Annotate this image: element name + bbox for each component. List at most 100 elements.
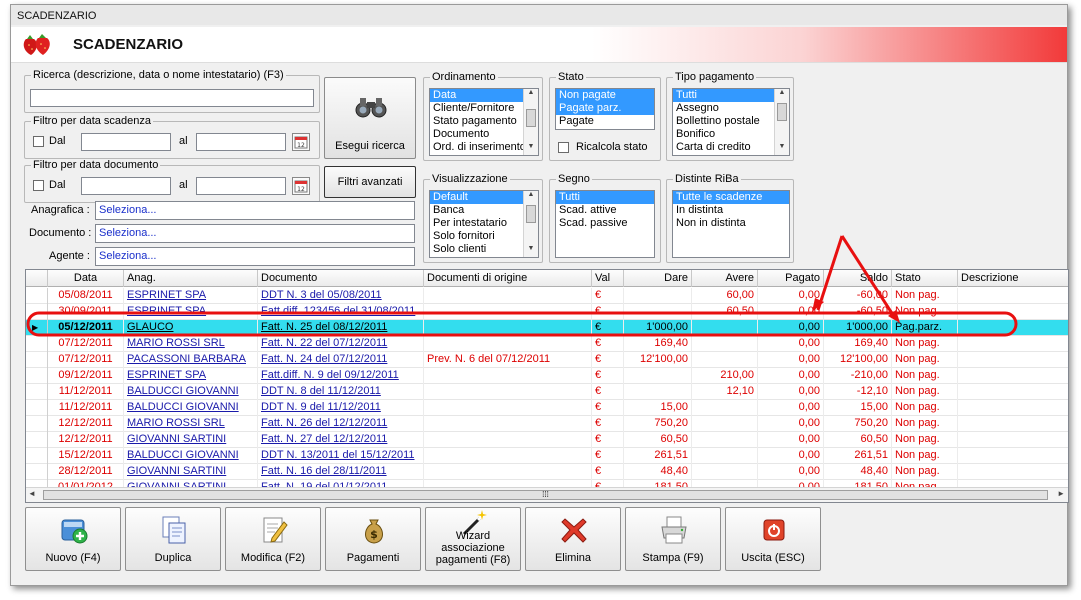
cell-anag[interactable]: GIOVANNI SARTINI: [124, 464, 258, 480]
cell-documento[interactable]: DDT N. 9 del 11/12/2011: [258, 400, 424, 416]
column-header[interactable]: Val: [592, 270, 624, 287]
column-header[interactable]: Stato: [892, 270, 958, 287]
row-indicator[interactable]: [26, 432, 48, 448]
list-item[interactable]: Scad. passive: [556, 217, 654, 230]
list-item[interactable]: Bonifico: [673, 128, 789, 141]
search-input[interactable]: [30, 89, 314, 107]
table-row[interactable]: 12/12/2011 GIOVANNI SARTINI Fatt. N. 27 de…: [26, 432, 1068, 448]
cell-anag[interactable]: GIOVANNI SARTINI: [124, 432, 258, 448]
list-item[interactable]: Ord. di inserimento: [430, 141, 538, 154]
cell-documento[interactable]: DDT N. 3 del 05/08/2011: [258, 288, 424, 304]
calendar-icon[interactable]: 12: [292, 133, 310, 151]
cell-documento[interactable]: Fatt.diff. N. 9 del 09/12/2011: [258, 368, 424, 384]
toolbar-button-duplicate[interactable]: Duplica: [125, 507, 221, 571]
list-item[interactable]: Data: [430, 89, 538, 102]
list-item[interactable]: Banca: [430, 204, 538, 217]
toolbar-button-delete[interactable]: Elimina: [525, 507, 621, 571]
due-date-filter-checkbox[interactable]: [33, 136, 44, 147]
recalc-status-checkbox[interactable]: [558, 142, 569, 153]
view-listbox[interactable]: Default Banca Per intestatario Solo forn…: [429, 190, 539, 258]
table-row[interactable]: 07/12/2011 MARIO ROSSI SRL Fatt. N. 22 del…: [26, 336, 1068, 352]
table-row[interactable]: 07/12/2011 PACASSONI BARBARA Fatt. N. 24 d…: [26, 352, 1068, 368]
row-indicator[interactable]: [26, 368, 48, 384]
status-listbox[interactable]: Non pagate Pagate parz. Pagate: [555, 88, 655, 130]
row-indicator[interactable]: [26, 416, 48, 432]
column-header[interactable]: Descrizione: [958, 270, 1068, 287]
table-row[interactable]: 05/08/2011 ESPRINET SPA DDT N. 3 del 05/08…: [26, 288, 1068, 304]
payment-type-scrollbar[interactable]: ▲ ▼: [774, 89, 789, 155]
column-header[interactable]: Pagato: [758, 270, 824, 287]
list-item[interactable]: Solo clienti: [430, 243, 538, 256]
list-item[interactable]: Stato pagamento: [430, 115, 538, 128]
row-indicator[interactable]: [26, 336, 48, 352]
cell-documento[interactable]: Fatt. N. 24 del 07/12/2011: [258, 352, 424, 368]
ordering-listbox[interactable]: Data Cliente/Fornitore Stato pagamento D…: [429, 88, 539, 156]
table-row[interactable]: 11/12/2011 BALDUCCI GIOVANNI DDT N. 9 del …: [26, 400, 1068, 416]
table-row[interactable]: 12/12/2011 MARIO ROSSI SRL Fatt. N. 26 del…: [26, 416, 1068, 432]
cell-anag[interactable]: MARIO ROSSI SRL: [124, 336, 258, 352]
cell-documento[interactable]: Fatt. N. 26 del 12/12/2011: [258, 416, 424, 432]
cell-anag[interactable]: BALDUCCI GIOVANNI: [124, 384, 258, 400]
list-item[interactable]: Tutti: [673, 89, 789, 102]
list-item[interactable]: Assegno: [673, 102, 789, 115]
list-item[interactable]: Tutti: [556, 191, 654, 204]
list-item[interactable]: Non pagate: [556, 89, 654, 102]
table-row[interactable]: 30/09/2011 ESPRINET SPA Fatt.diff. 123456 …: [26, 304, 1068, 320]
cell-anag[interactable]: ESPRINET SPA: [124, 304, 258, 320]
list-item[interactable]: Pagate parz.: [556, 102, 654, 115]
column-header[interactable]: Dare: [624, 270, 692, 287]
list-item[interactable]: In distinta: [673, 204, 789, 217]
table-row[interactable]: 28/12/2011 GIOVANNI SARTINI Fatt. N. 16 de…: [26, 464, 1068, 480]
toolbar-button-new[interactable]: Nuovo (F4): [25, 507, 121, 571]
payment-type-listbox[interactable]: Tutti Assegno Bollettino postale Bonific…: [672, 88, 790, 156]
column-header[interactable]: Data: [48, 270, 124, 287]
cell-documento[interactable]: DDT N. 13/2011 del 15/12/2011: [258, 448, 424, 464]
toolbar-button-exit[interactable]: Uscita (ESC): [725, 507, 821, 571]
row-indicator[interactable]: ▶: [26, 320, 48, 336]
cell-anag[interactable]: ESPRINET SPA: [124, 288, 258, 304]
due-to-field[interactable]: [196, 133, 286, 151]
view-scrollbar[interactable]: ▲ ▼: [523, 191, 538, 257]
row-indicator[interactable]: [26, 304, 48, 320]
list-item[interactable]: Documento: [430, 128, 538, 141]
document-select[interactable]: Seleziona...: [95, 224, 415, 243]
cell-anag[interactable]: BALDUCCI GIOVANNI: [124, 400, 258, 416]
sign-listbox[interactable]: Tutti Scad. attive Scad. passive: [555, 190, 655, 258]
row-indicator[interactable]: [26, 400, 48, 416]
table-row-selected[interactable]: ▶ 05/12/2011 GLAUCO Fatt. N. 25 del 08/12/2…: [26, 320, 1068, 336]
column-header[interactable]: Saldo: [824, 270, 892, 287]
doc-from-field[interactable]: [81, 177, 171, 195]
due-from-field[interactable]: [81, 133, 171, 151]
toolbar-button-money-bag[interactable]: $ Pagamenti: [325, 507, 421, 571]
table-row[interactable]: 09/12/2011 ESPRINET SPA Fatt.diff. N. 9 de…: [26, 368, 1068, 384]
column-header[interactable]: Documento: [258, 270, 424, 287]
row-indicator[interactable]: [26, 448, 48, 464]
row-indicator[interactable]: [26, 464, 48, 480]
table-row[interactable]: 11/12/2011 BALDUCCI GIOVANNI DDT N. 8 del …: [26, 384, 1068, 400]
cell-documento[interactable]: Fatt. N. 25 del 08/12/2011: [258, 320, 424, 336]
cell-documento[interactable]: Fatt. N. 16 del 28/11/2011: [258, 464, 424, 480]
column-header[interactable]: Documenti di origine: [424, 270, 592, 287]
advanced-filters-button[interactable]: Filtri avanzati: [324, 166, 416, 198]
search-button[interactable]: Esegui ricerca: [324, 77, 416, 159]
grid-horizontal-scrollbar[interactable]: ◄ ⁞⁞⁞ ►: [26, 487, 1068, 502]
list-item[interactable]: Cliente/Fornitore: [430, 102, 538, 115]
column-header[interactable]: Avere: [692, 270, 758, 287]
agent-select[interactable]: Seleziona...: [95, 247, 415, 266]
list-item[interactable]: Scad. attive: [556, 204, 654, 217]
doc-to-field[interactable]: [196, 177, 286, 195]
list-item[interactable]: Bollettino postale: [673, 115, 789, 128]
row-indicator[interactable]: [26, 384, 48, 400]
calendar-icon[interactable]: 12: [292, 177, 310, 195]
cell-documento[interactable]: Fatt. N. 22 del 07/12/2011: [258, 336, 424, 352]
column-header[interactable]: Anag.: [124, 270, 258, 287]
table-row[interactable]: 15/12/2011 BALDUCCI GIOVANNI DDT N. 13/201…: [26, 448, 1068, 464]
cell-anag[interactable]: ESPRINET SPA: [124, 368, 258, 384]
row-indicator[interactable]: [26, 352, 48, 368]
list-item[interactable]: Tutte le scadenze: [673, 191, 789, 204]
list-item[interactable]: Carta di credito: [673, 141, 789, 154]
riba-listbox[interactable]: Tutte le scadenze In distinta Non in dis…: [672, 190, 790, 258]
doc-date-filter-checkbox[interactable]: [33, 180, 44, 191]
toolbar-button-printer[interactable]: Stampa (F9): [625, 507, 721, 571]
toolbar-button-wizard[interactable]: Wizard associazione pagamenti (F8): [425, 507, 521, 571]
